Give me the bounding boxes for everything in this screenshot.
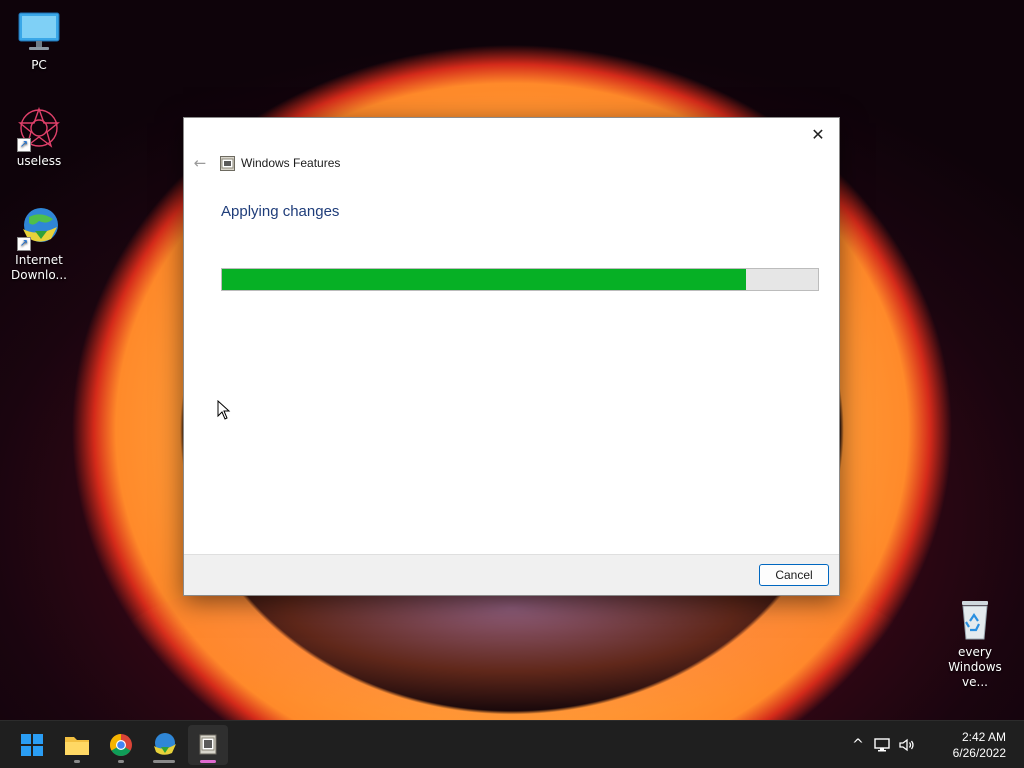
close-button[interactable]: ✕ bbox=[807, 124, 829, 146]
folder-icon bbox=[65, 737, 89, 755]
clock-time: 2:42 AM bbox=[961, 730, 1006, 744]
desktop-icon-label: every Windows ve... bbox=[948, 645, 1002, 689]
desktop-icon-pc[interactable]: PC bbox=[1, 10, 77, 73]
monitor-icon bbox=[17, 10, 61, 54]
desktop-icon-recycle-bin[interactable]: every Windows ve... bbox=[937, 597, 1013, 690]
progress-fill bbox=[222, 269, 747, 290]
desktop: PC ↗ useless ↗ Internet Downlo... every … bbox=[0, 0, 1024, 768]
windows-features-icon bbox=[220, 155, 235, 171]
clock-date: 6/26/2022 bbox=[952, 746, 1006, 760]
active-indicator bbox=[200, 760, 216, 763]
back-arrow-icon[interactable]: ← bbox=[192, 155, 208, 171]
shortcut-arrow-icon: ↗ bbox=[17, 138, 31, 152]
start-button[interactable] bbox=[12, 725, 52, 765]
dialog-footer: Cancel bbox=[184, 554, 839, 595]
dialog-title: Windows Features bbox=[241, 156, 341, 170]
dialog-nav-row: ← Windows Features bbox=[192, 152, 341, 174]
mouse-cursor-icon bbox=[217, 399, 231, 420]
running-indicator bbox=[118, 760, 124, 763]
windows-logo-icon bbox=[21, 734, 43, 756]
network-icon[interactable] bbox=[872, 735, 892, 755]
windows-features-taskbar-button[interactable] bbox=[188, 725, 228, 765]
volume-icon[interactable] bbox=[897, 735, 917, 755]
progress-bar bbox=[221, 268, 819, 291]
file-explorer-taskbar-button[interactable] bbox=[57, 725, 97, 765]
internet-download-manager-icon bbox=[154, 733, 176, 755]
desktop-icon-label: Internet Downlo... bbox=[11, 253, 67, 282]
chrome-icon bbox=[110, 734, 132, 756]
desktop-icon-label: PC bbox=[31, 58, 47, 72]
running-indicator bbox=[74, 760, 80, 763]
cancel-button[interactable]: Cancel bbox=[759, 564, 829, 586]
mandala-icon: ↗ bbox=[17, 106, 61, 152]
windows-features-icon bbox=[199, 734, 217, 755]
recycle-bin-icon bbox=[953, 597, 997, 641]
shortcut-arrow-icon: ↗ bbox=[17, 237, 31, 251]
system-tray: ^ 2:42 AM 6/26/2022 bbox=[844, 721, 1024, 768]
globe-download-icon: ↗ bbox=[17, 205, 61, 251]
clock[interactable]: 2:42 AM 6/26/2022 bbox=[936, 729, 1006, 761]
show-hidden-icons-chevron-icon[interactable]: ^ bbox=[848, 735, 868, 755]
chrome-taskbar-button[interactable] bbox=[101, 725, 141, 765]
applying-changes-heading: Applying changes bbox=[221, 203, 340, 220]
idm-taskbar-button[interactable] bbox=[144, 725, 184, 765]
running-indicator bbox=[153, 760, 175, 763]
windows-features-dialog: ✕ ← Windows Features Applying changes Ca… bbox=[183, 117, 840, 596]
taskbar: ^ 2:42 AM 6/26/2022 bbox=[0, 720, 1024, 768]
desktop-icon-useless[interactable]: ↗ useless bbox=[1, 106, 77, 169]
desktop-icon-label: useless bbox=[16, 154, 62, 168]
desktop-icon-internet-download-manager[interactable]: ↗ Internet Downlo... bbox=[1, 205, 77, 283]
